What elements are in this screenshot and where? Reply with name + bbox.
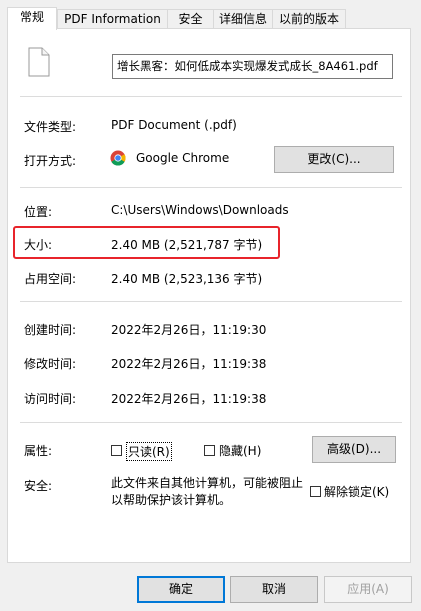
file-type-value: PDF Document (.pdf) xyxy=(111,118,237,132)
ok-button[interactable]: 确定 xyxy=(137,576,225,603)
readonly-checkbox[interactable] xyxy=(111,445,122,456)
modified-value: 2022年2月26日，11:19:38 xyxy=(111,357,267,371)
size-on-disk-label: 占用空间: xyxy=(24,272,77,286)
accessed-value: 2022年2月26日，11:19:38 xyxy=(111,392,267,406)
accessed-label: 访问时间: xyxy=(24,392,77,406)
tab-bar: 常规 PDF Information 安全 详细信息 以前的版本 xyxy=(7,7,415,30)
tab-details[interactable]: 详细信息 xyxy=(213,9,273,28)
apply-button[interactable]: 应用(A) xyxy=(324,576,412,603)
separator xyxy=(20,301,402,302)
file-name-field[interactable]: 增长黑客：如何低成本实现爆发式成长_8A461.pdf xyxy=(112,54,393,79)
separator xyxy=(20,422,402,423)
separator xyxy=(20,96,402,97)
location-value: C:\Users\Windows\Downloads xyxy=(111,203,289,217)
file-type-label: 文件类型: xyxy=(24,120,77,134)
size-on-disk-value: 2.40 MB (2,523,136 字节) xyxy=(111,272,263,286)
opens-with-value: Google Chrome xyxy=(136,151,230,165)
hidden-label[interactable]: 隐藏(H) xyxy=(219,442,261,459)
size-value: 2.40 MB (2,521,787 字节) xyxy=(111,238,263,252)
created-value: 2022年2月26日，11:19:30 xyxy=(111,323,267,337)
cancel-button[interactable]: 取消 xyxy=(230,576,318,603)
tab-security[interactable]: 安全 xyxy=(167,9,214,28)
advanced-button[interactable]: 高级(D)... xyxy=(312,436,396,463)
separator xyxy=(20,187,402,188)
unblock-checkbox[interactable] xyxy=(310,486,321,497)
change-button[interactable]: 更改(C)... xyxy=(274,146,394,173)
file-icon xyxy=(28,47,50,77)
security-message: 此文件来自其他计算机，可能被阻止以帮助保护该计算机。 xyxy=(111,476,304,507)
tab-general[interactable]: 常规 xyxy=(7,7,57,30)
general-panel: 增长黑客：如何低成本实现爆发式成长_8A461.pdf 文件类型: PDF Do… xyxy=(7,28,411,563)
readonly-label[interactable]: 只读(R) xyxy=(126,442,172,461)
created-label: 创建时间: xyxy=(24,323,77,337)
hidden-checkbox[interactable] xyxy=(204,445,215,456)
modified-label: 修改时间: xyxy=(24,357,77,371)
location-label: 位置: xyxy=(24,205,53,219)
size-label: 大小: xyxy=(24,238,53,252)
attributes-label: 属性: xyxy=(24,444,53,458)
unblock-label[interactable]: 解除锁定(K) xyxy=(324,483,389,500)
security-label: 安全: xyxy=(24,479,53,493)
tab-pdf-information[interactable]: PDF Information xyxy=(57,9,168,28)
opens-with-label: 打开方式: xyxy=(24,154,77,168)
tab-previous-versions[interactable]: 以前的版本 xyxy=(272,9,346,28)
chrome-icon xyxy=(110,150,126,166)
